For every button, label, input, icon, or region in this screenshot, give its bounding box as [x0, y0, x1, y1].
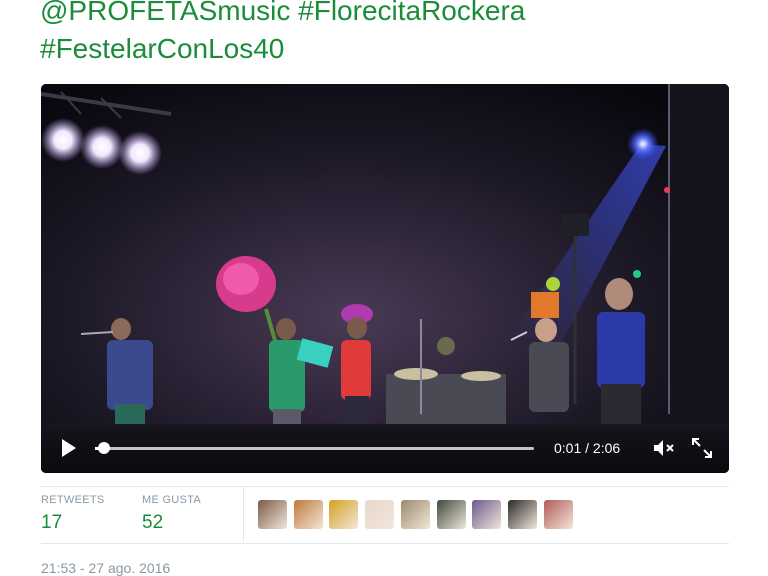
user-avatar-2[interactable]: [293, 500, 323, 529]
play-icon[interactable]: [61, 438, 77, 458]
progress-bar[interactable]: [95, 442, 534, 454]
stats-separator: [243, 487, 244, 542]
tweet-text-line-1[interactable]: @PROFETASmusic #FlorecitaRockera: [40, 0, 740, 30]
tweet-timestamp[interactable]: 21:53 - 27 ago. 2016: [41, 560, 170, 576]
fullscreen-icon[interactable]: [691, 437, 713, 459]
user-avatar-5[interactable]: [400, 500, 430, 529]
retweets-stat[interactable]: RETWEETS 17: [41, 494, 105, 534]
user-avatar-3[interactable]: [329, 500, 359, 529]
progress-handle[interactable]: [97, 442, 110, 454]
tweet-text-line-2[interactable]: #FestelarConLos40: [40, 30, 740, 68]
volume-muted-icon[interactable]: [653, 438, 675, 458]
likes-label: ME GUSTA: [142, 494, 202, 506]
time-label: 0:01 / 2:06: [554, 440, 621, 456]
video-controls: 0:01 / 2:06: [41, 425, 729, 473]
divider-bottom: [41, 543, 729, 544]
likes-stat[interactable]: ME GUSTA 52: [142, 494, 201, 534]
tweet-detail: @PROFETASmusic #FlorecitaRockera #Festel…: [0, 0, 768, 576]
user-avatar-7[interactable]: [472, 500, 502, 529]
retweets-label: RETWEETS: [41, 494, 105, 506]
user-avatar-8[interactable]: [507, 500, 537, 529]
user-avatar-6[interactable]: [436, 500, 466, 529]
divider-top: [41, 486, 729, 487]
video-player[interactable]: 0:01 / 2:06: [41, 84, 729, 473]
user-avatar-9[interactable]: [543, 500, 573, 529]
tweet-text: @PROFETASmusic #FlorecitaRockera #Festel…: [40, 0, 740, 68]
user-avatar-1[interactable]: [258, 500, 287, 529]
video-frame: [41, 84, 729, 473]
likes-count: 52: [142, 512, 164, 533]
retweets-count: 17: [41, 512, 63, 533]
user-avatar-4[interactable]: [365, 500, 395, 529]
